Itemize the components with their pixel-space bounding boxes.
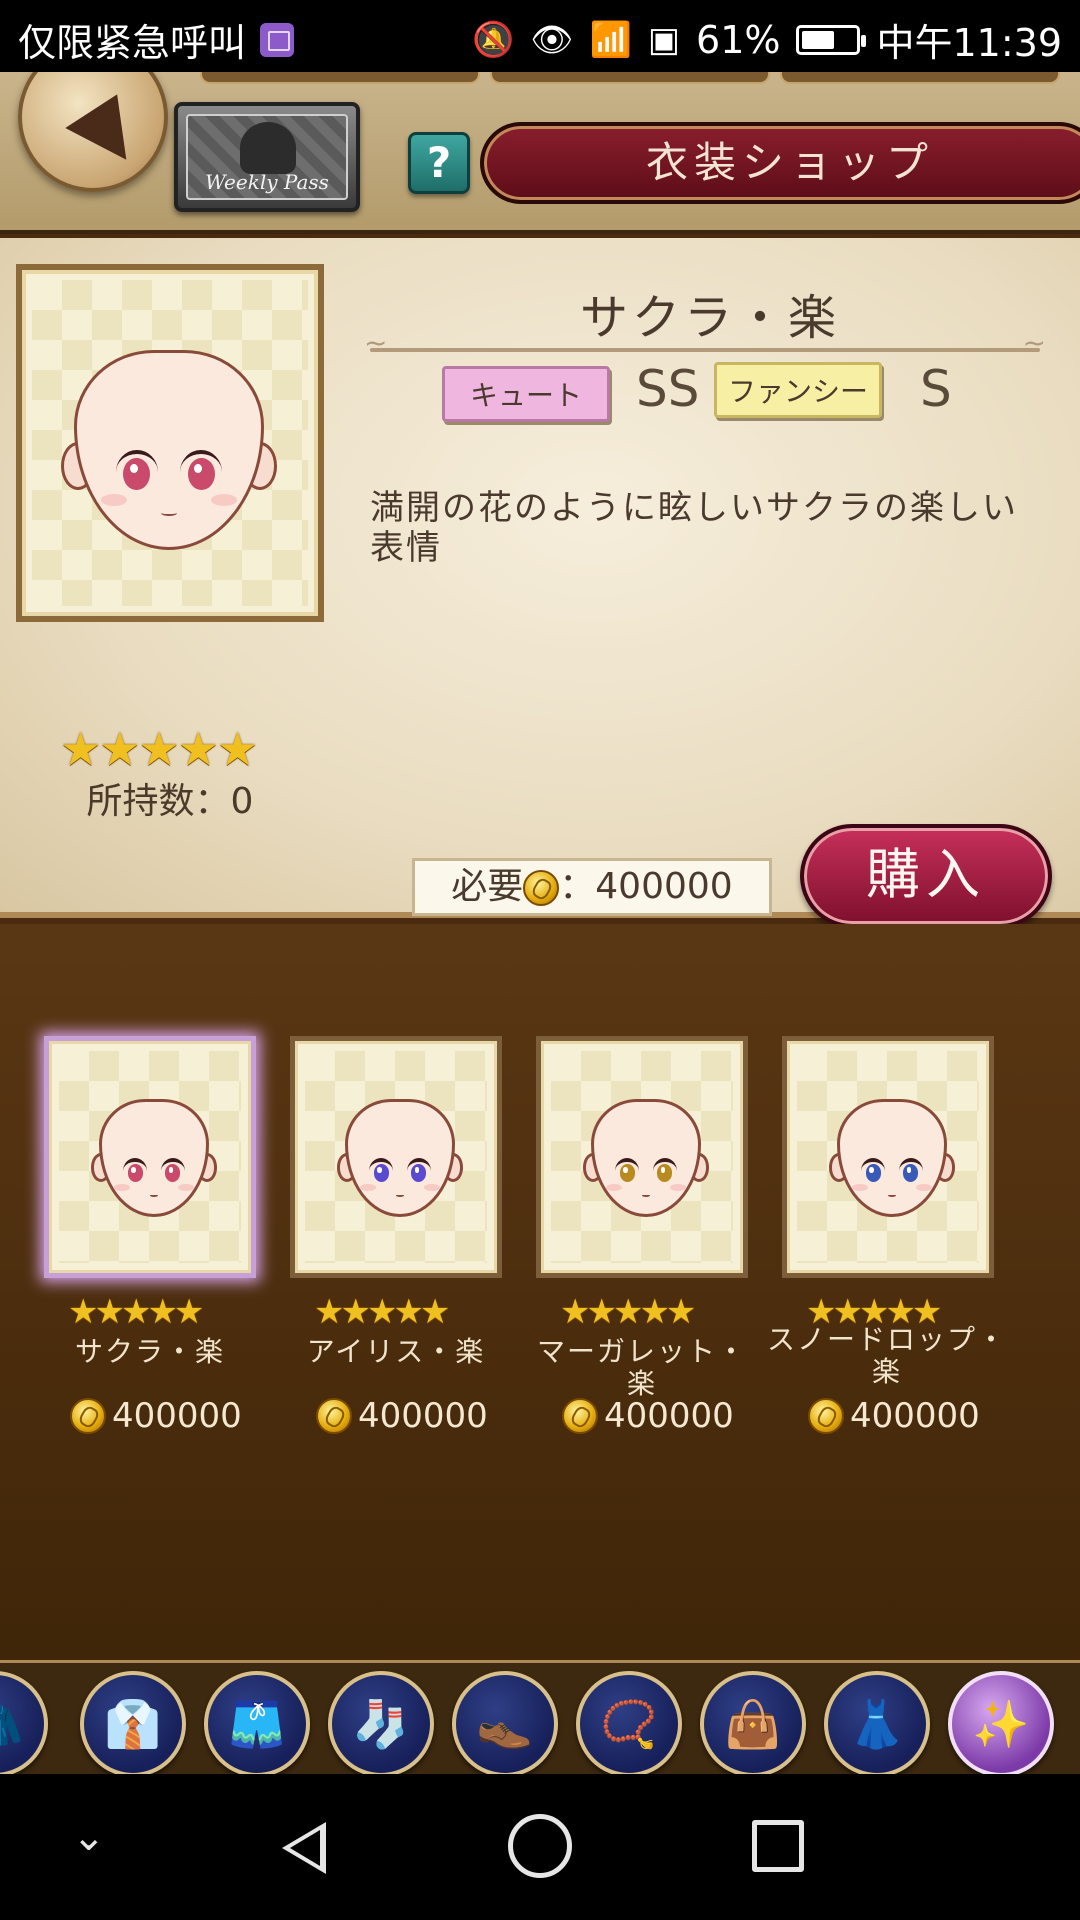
item-name: マーガレット・楽: [536, 1335, 747, 1400]
coat-icon: 🧥: [0, 1697, 24, 1751]
item-price: 400000: [316, 1396, 488, 1436]
carrier-text: 仅限紧急呼叫: [18, 21, 247, 65]
item-name: アイリス・楽: [306, 1335, 486, 1368]
item-thumbnail: [536, 1036, 748, 1278]
tab-makeup[interactable]: ✨: [948, 1671, 1054, 1774]
style-rank-cute: SS: [636, 360, 700, 418]
style-tag-cute: キュート: [442, 366, 610, 422]
item-price: 400000: [808, 1396, 980, 1436]
item-name: サクラ・楽: [579, 290, 840, 346]
item-thumbnail: [782, 1036, 994, 1278]
eye-comfort-icon: 👁: [530, 19, 574, 60]
tab-coat[interactable]: 🧥: [0, 1671, 48, 1774]
cost-label: 必要: [451, 866, 524, 907]
item-stars: ★★★★★: [314, 1292, 450, 1332]
item-price: 400000: [70, 1396, 242, 1436]
dress-form-icon: 👗: [848, 1697, 906, 1751]
coin-icon: [562, 1398, 598, 1434]
cost-display: 必要 ：400000: [412, 858, 772, 916]
face-illustration: [91, 1099, 217, 1217]
item-stars: ★★★★★: [68, 1292, 204, 1332]
help-button[interactable]: ?: [408, 132, 470, 194]
battery-icon: [796, 24, 867, 55]
item-price: 400000: [562, 1396, 734, 1436]
socks-icon: 🧦: [352, 1697, 410, 1751]
item-grid: ★★★★★ サクラ・楽 400000 ★★★★★ アイリス・楽 400000 ★…: [0, 924, 1080, 1670]
name-divider: [364, 326, 1046, 359]
item-description: 満開の花のように眩しいサクラの楽しい表情: [370, 488, 1018, 568]
style-tag-fancy: ファンシー: [714, 362, 882, 418]
item-card[interactable]: ★★★★★ マーガレット・楽 400000: [536, 1036, 766, 1456]
buy-button[interactable]: 購入: [800, 824, 1052, 928]
makeup-icon: ✨: [972, 1697, 1030, 1751]
item-card[interactable]: ★★★★★ スノードロップ・楽 400000: [767, 1036, 1012, 1456]
tab-bottoms[interactable]: 🩳: [204, 1671, 310, 1774]
item-name: スノードロップ・楽: [766, 1323, 1007, 1388]
item-stars: ★★★★★: [560, 1292, 696, 1332]
coin-icon: [70, 1398, 106, 1434]
rarity-stars: ★★★★★: [60, 722, 258, 776]
bunny-silhouette-icon: [240, 122, 296, 174]
tab-socks[interactable]: 🧦: [328, 1671, 434, 1774]
item-portrait: [16, 264, 324, 622]
skirt-icon: 🩳: [228, 1697, 286, 1751]
necklace-icon: 📿: [600, 1697, 658, 1751]
status-bar: 仅限紧急呼叫 🔕 👁 📶 ▣ 61% 中午11:39: [0, 0, 1080, 72]
back-button[interactable]: [18, 72, 168, 192]
item-name: サクラ・楽: [74, 1335, 225, 1368]
shop-title: 衣装ショップ: [480, 122, 1080, 204]
nav-recent-apps-icon[interactable]: [752, 1820, 804, 1872]
system-nav-bar: ⌄: [0, 1774, 1080, 1920]
gallery-notification-icon: [260, 22, 295, 57]
face-illustration: [60, 350, 278, 550]
item-thumbnail: [290, 1036, 502, 1278]
tab-accessories[interactable]: 📿: [576, 1671, 682, 1774]
coin-icon: [808, 1398, 844, 1434]
top-category-strip: [200, 72, 1060, 84]
weekly-pass-button[interactable]: Weekly Pass: [174, 102, 360, 212]
back-arrow-icon: [61, 94, 127, 168]
shoes-icon: 👞: [476, 1697, 534, 1751]
sim-icon: ▣: [647, 19, 681, 60]
nav-back-icon[interactable]: [270, 1814, 340, 1884]
category-tab-bar: 🧥 👔 🩳 🧦 👞 📿 👜 👗 ✨: [0, 1660, 1080, 1774]
battery-percent: 61%: [696, 17, 781, 62]
owned-count: 所持数：0: [86, 781, 254, 822]
tab-tops[interactable]: 👔: [80, 1671, 186, 1774]
nav-home-icon[interactable]: [508, 1814, 572, 1878]
app-screen: Weekly Pass ? 衣装ショップ ★★★★★ 所持数：0 サクラ・楽 キ…: [0, 72, 1080, 1774]
face-illustration: [583, 1099, 709, 1217]
shirt-icon: 👔: [104, 1697, 162, 1751]
battery-fill: [802, 30, 835, 49]
weekly-pass-label: Weekly Pass: [205, 170, 329, 194]
item-card[interactable]: ★★★★★ アイリス・楽 400000: [290, 1036, 520, 1456]
face-illustration: [829, 1099, 955, 1217]
item-thumbnail: [44, 1036, 256, 1278]
item-detail-panel: ★★★★★ 所持数：0 サクラ・楽 キュート SS ファンシー S 満開の花のよ…: [0, 238, 1080, 928]
style-rank-fancy: S: [920, 360, 952, 418]
coin-icon: [316, 1398, 352, 1434]
top-bar: Weekly Pass ? 衣装ショップ: [0, 72, 1080, 234]
mute-icon: 🔕: [472, 19, 515, 60]
tab-shoes[interactable]: 👞: [452, 1671, 558, 1774]
bag-icon: 👜: [724, 1697, 782, 1751]
cost-value: ：400000: [559, 866, 733, 907]
coin-icon: [523, 870, 560, 906]
item-card[interactable]: ★★★★★ サクラ・楽 400000: [44, 1036, 274, 1456]
nav-hide-icon[interactable]: ⌄: [72, 1814, 142, 1884]
tab-dresses[interactable]: 👗: [824, 1671, 930, 1774]
face-illustration: [337, 1099, 463, 1217]
wifi-icon: 📶: [589, 19, 632, 60]
tab-bags[interactable]: 👜: [700, 1671, 806, 1774]
clock: 中午11:39: [876, 21, 1062, 65]
